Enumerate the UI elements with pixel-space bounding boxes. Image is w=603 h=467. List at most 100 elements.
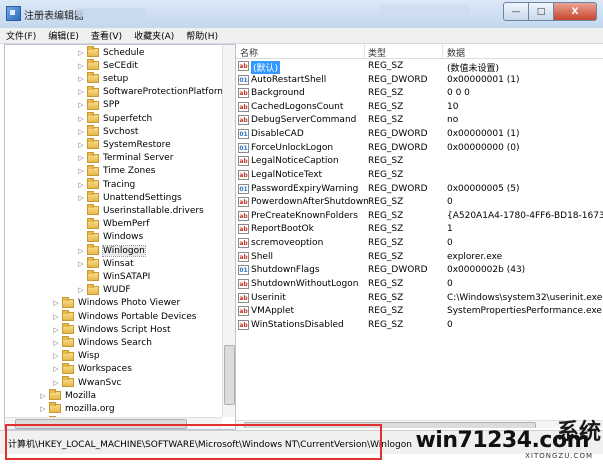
menu-help[interactable]: 帮助(H)	[180, 29, 224, 42]
expand-arrow-icon[interactable]: ▷	[39, 405, 47, 413]
tree-vertical-scrollbar[interactable]	[222, 45, 235, 417]
menu-file[interactable]: 文件(F)	[0, 29, 42, 42]
tree-scroll-thumb[interactable]	[224, 345, 235, 405]
tree-item[interactable]: ▷ Mozilla	[39, 389, 96, 402]
registry-key-tree[interactable]: ▷MozillaPlugins▷mozilla.org▷Mozilla▷Wwan…	[4, 44, 236, 430]
tree-item[interactable]: ▷ Schedule	[77, 46, 144, 59]
value-row[interactable]: ab Shell REG_SZ explorer.exe	[236, 251, 603, 265]
registry-values-list[interactable]: 名称 类型 数据 ab (默认) REG_SZ (数值未设置) 01 AutoRestar…	[236, 44, 603, 428]
expand-arrow-icon[interactable]: ▷	[77, 141, 85, 149]
tree-item[interactable]: ▷ Windows Photo Viewer	[52, 296, 180, 310]
tree-item[interactable]: Userinstallable.drivers	[77, 204, 204, 217]
value-row[interactable]: ab scremoveoption REG_SZ 0	[236, 237, 603, 251]
menu-edit[interactable]: 编辑(E)	[42, 29, 85, 42]
value-type: REG_SZ	[368, 197, 404, 208]
value-row[interactable]: 01 AutoRestartShell REG_DWORD 0x00000001 (1…	[236, 74, 603, 88]
tree-item[interactable]: ▷ Svchost	[77, 125, 138, 138]
tree-item[interactable]: ▷ SystemRestore	[77, 138, 171, 151]
tree-item[interactable]: WinSATAPI	[77, 270, 150, 283]
value-row[interactable]: ab ReportBootOk REG_SZ 1	[236, 223, 603, 237]
expand-arrow-icon[interactable]: ▷	[52, 299, 60, 307]
expand-arrow-icon[interactable]: ▷	[77, 286, 85, 294]
expand-arrow-icon[interactable]: ▷	[52, 379, 60, 387]
value-row[interactable]: ab CachedLogonsCount REG_SZ 10	[236, 101, 603, 115]
tree-item[interactable]: ▷ setup	[77, 72, 128, 85]
expand-arrow-icon[interactable]: ▷	[77, 167, 85, 175]
column-name-header[interactable]: 名称	[240, 46, 258, 59]
folder-icon	[87, 59, 99, 71]
tree-item[interactable]: ▷ Windows Search	[52, 336, 152, 349]
value-row[interactable]: ab DebugServerCommand REG_SZ no	[236, 114, 603, 128]
value-row[interactable]: ab VMApplet REG_SZ SystemPropertiesPerforma…	[236, 305, 603, 319]
tree-item-label: SeCEdit	[103, 60, 138, 71]
value-row[interactable]: ab (默认) REG_SZ (数值未设置)	[236, 60, 603, 74]
folder-icon	[87, 283, 99, 295]
value-data: SystemPropertiesPerformance.exe /pa	[447, 306, 603, 317]
close-button[interactable]: X	[553, 2, 597, 21]
value-row[interactable]: ab Userinit REG_SZ C:\Windows\system32\user…	[236, 292, 603, 306]
title-bar[interactable]: 注册表编辑器 — □ X	[0, 0, 603, 28]
menu-view[interactable]: 查看(V)	[85, 29, 128, 42]
tree-item[interactable]: ▷ Winsat	[77, 257, 134, 270]
tree-item[interactable]: ▷ Superfetch	[77, 112, 152, 125]
tree-item[interactable]: ▷ Terminal Server	[77, 151, 173, 165]
tree-item[interactable]: ▷ SPP	[77, 98, 120, 112]
tree-item[interactable]: ▷ mozilla.org	[39, 402, 115, 415]
value-row[interactable]: 01 ForceUnlockLogon REG_DWORD 0x00000000 (0…	[236, 142, 603, 156]
value-row[interactable]: ab PreCreateKnownFolders REG_SZ {A520A1A4-1…	[236, 210, 603, 224]
tree-item-label: mozilla.org	[65, 403, 115, 414]
expand-arrow-icon[interactable]: ▷	[77, 75, 85, 83]
tree-item[interactable]: ▷ Windows Script Host	[52, 323, 171, 336]
expand-arrow-icon[interactable]: ▷	[52, 352, 60, 360]
tree-item[interactable]: ▷ Wisp	[52, 349, 100, 363]
tree-item[interactable]: ▷ SoftwareProtectionPlatform	[77, 85, 226, 99]
maximize-button[interactable]: □	[528, 2, 554, 21]
expand-arrow-icon[interactable]: ▷	[77, 194, 85, 202]
value-row[interactable]: ab PowerdownAfterShutdown REG_SZ 0	[236, 196, 603, 210]
value-row[interactable]: ab LegalNoticeCaption REG_SZ	[236, 155, 603, 169]
menu-favorites[interactable]: 收藏夹(A)	[128, 29, 180, 42]
value-name: PowerdownAfterShutdown	[251, 197, 369, 208]
expand-arrow-icon[interactable]: ▷	[52, 313, 60, 321]
expand-arrow-icon[interactable]: ▷	[52, 326, 60, 334]
value-row[interactable]: 01 PasswordExpiryWarning REG_DWORD 0x000000…	[236, 183, 603, 197]
expand-arrow-icon[interactable]: ▷	[39, 392, 47, 400]
tree-item[interactable]: ▷ WUDF	[77, 283, 131, 297]
expand-arrow-icon[interactable]: ▷	[77, 101, 85, 109]
expand-arrow-icon[interactable]: ▷	[77, 49, 85, 57]
expand-arrow-icon[interactable]: ▷	[77, 260, 85, 268]
value-row[interactable]: ab WinStationsDisabled REG_SZ 0	[236, 319, 603, 333]
expand-arrow-icon[interactable]: ▷	[77, 128, 85, 136]
expand-arrow-icon[interactable]: ▷	[77, 88, 85, 96]
expand-arrow-icon[interactable]: ▷	[77, 154, 85, 162]
folder-icon	[87, 85, 99, 97]
tree-item[interactable]: WbemPerf	[77, 217, 149, 231]
minimize-button[interactable]: —	[503, 2, 529, 21]
value-row[interactable]: ab LegalNoticeText REG_SZ	[236, 169, 603, 183]
tree-item[interactable]: ▷ Tracing	[77, 178, 135, 191]
tree-item[interactable]: ▷ Windows Portable Devices	[52, 310, 196, 323]
folder-icon	[87, 72, 99, 84]
expand-arrow-icon[interactable]: ▷	[77, 115, 85, 123]
value-row[interactable]: ab Background REG_SZ 0 0 0	[236, 87, 603, 101]
tree-item[interactable]: ▷ Workspaces	[52, 362, 132, 376]
expand-arrow-icon[interactable]: ▷	[52, 339, 60, 347]
column-data-header[interactable]: 数据	[447, 46, 465, 59]
value-row[interactable]: ab ShutdownWithoutLogon REG_SZ 0	[236, 278, 603, 292]
column-separator[interactable]	[364, 44, 365, 58]
expand-arrow-icon[interactable]: ▷	[77, 181, 85, 189]
expand-arrow-icon[interactable]: ▷	[52, 365, 60, 373]
tree-item[interactable]: Windows	[77, 230, 143, 244]
value-row[interactable]: 01 DisableCAD REG_DWORD 0x00000001 (1)	[236, 128, 603, 142]
expand-arrow-icon[interactable]: ▷	[77, 62, 85, 70]
expand-arrow-icon[interactable]: ▷	[77, 247, 85, 255]
folder-icon	[62, 336, 74, 348]
column-type-header[interactable]: 类型	[368, 46, 386, 59]
tree-item[interactable]: ▷ WwanSvc	[52, 376, 121, 389]
column-separator[interactable]	[442, 44, 443, 58]
tree-item[interactable]: ▷ Time Zones	[77, 164, 156, 178]
tree-item[interactable]: ▷ SeCEdit	[77, 59, 138, 72]
value-row[interactable]: 01 ShutdownFlags REG_DWORD 0x0000002b (43)	[236, 264, 603, 278]
tree-item[interactable]: ▷ UnattendSettings	[77, 191, 182, 204]
tree-item[interactable]: ▷ Winlogon	[77, 244, 146, 257]
